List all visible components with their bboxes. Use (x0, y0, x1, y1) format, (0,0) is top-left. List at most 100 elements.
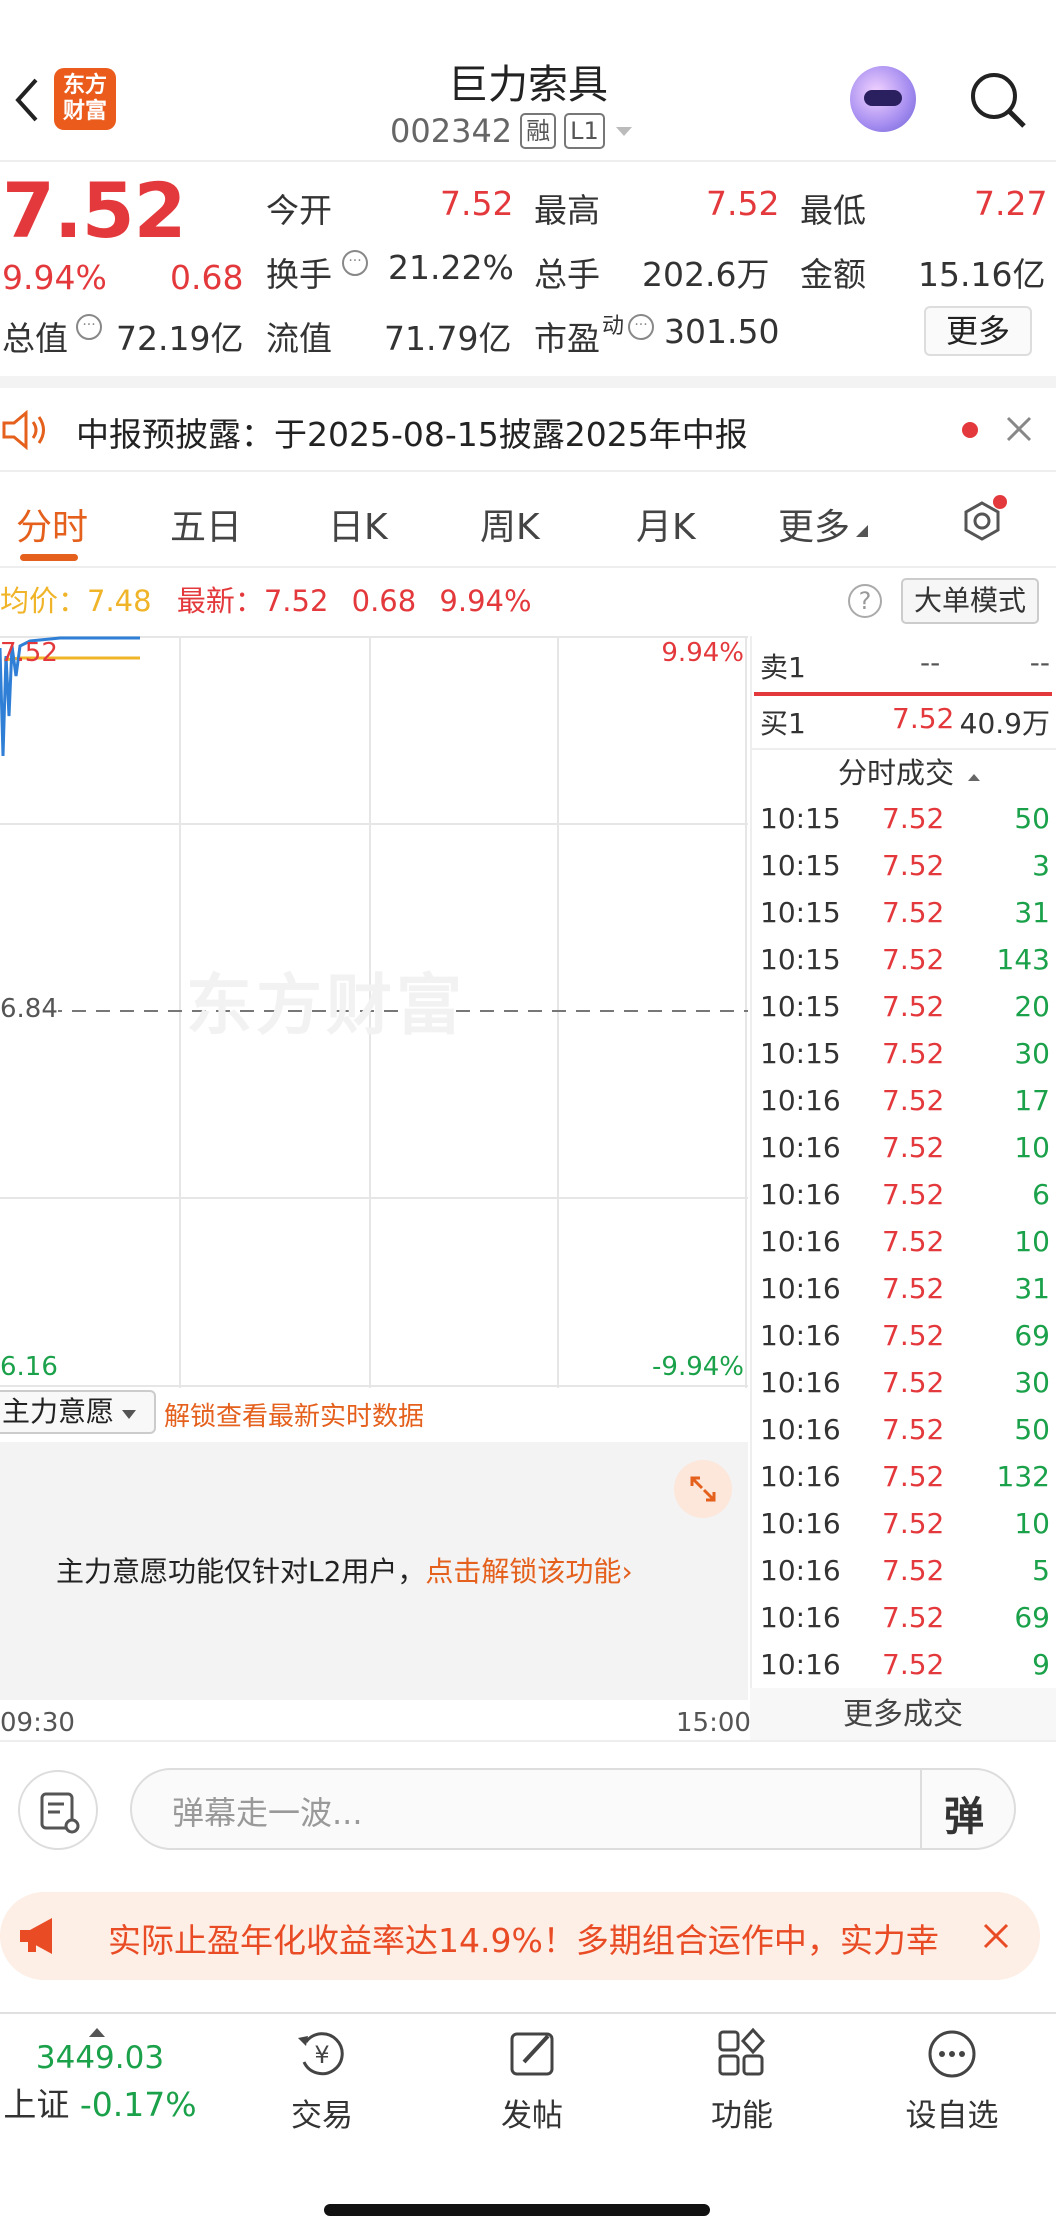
trade-row: 10:16 7.52 10 (760, 1225, 1050, 1272)
trade-price: 7.52 (882, 990, 945, 1023)
trade-volume: 10 (1014, 1225, 1050, 1258)
divider (0, 376, 1056, 388)
trade-time: 10:16 (760, 1507, 841, 1540)
help-icon[interactable]: ? (848, 584, 882, 618)
promo-banner[interactable]: 实际止盈年化收益率达14.9%！多期组合运作中，实力幸 (0, 1892, 1040, 1980)
trade-volume: 20 (1014, 990, 1050, 1023)
trade-row: 10:16 7.52 132 (760, 1460, 1050, 1507)
home-indicator[interactable] (324, 2204, 710, 2216)
unlock-link[interactable]: 点击解锁该功能 (425, 1555, 621, 1588)
tab-intraday[interactable]: 分时 (16, 498, 88, 550)
trade-price: 7.52 (882, 1272, 945, 1305)
assistant-avatar-icon[interactable] (850, 66, 916, 132)
more-icon (928, 2030, 976, 2078)
nav-add-watchlist[interactable]: 设自选 (872, 2026, 1032, 2135)
trade-volume: 9 (1032, 1648, 1050, 1681)
divider (0, 160, 1056, 162)
danmu-settings-icon[interactable] (18, 1770, 98, 1850)
tab-five-day[interactable]: 五日 (170, 498, 242, 550)
trade-row: 10:16 7.52 10 (760, 1131, 1050, 1178)
pe-value: 301.50 (664, 312, 780, 351)
big-order-mode-button[interactable]: 大单模式 (901, 578, 1039, 624)
trade-time: 10:16 (760, 1413, 841, 1446)
tab-weekly-k[interactable]: 周K (480, 498, 540, 550)
divider (0, 2012, 1056, 2014)
trade-time: 10:16 (760, 1460, 841, 1493)
index-value: 3449.03 (35, 2040, 165, 2076)
trade-volume: 30 (1014, 1037, 1050, 1070)
turnover-label: 换手 (266, 255, 332, 294)
latest-value: 7.52 (263, 584, 329, 618)
trade-volume: 50 (1014, 1413, 1050, 1446)
unread-dot (962, 422, 978, 438)
unlock-hint[interactable]: 解锁查看最新实时数据 (164, 1396, 424, 1433)
low-value: 7.27 (974, 184, 1048, 223)
info-icon[interactable]: ··· (628, 314, 654, 340)
trade-volume: 31 (1014, 896, 1050, 929)
trade-row: 10:16 7.52 10 (760, 1507, 1050, 1554)
trade-price: 7.52 (882, 1319, 945, 1352)
dropdown-icon (122, 1410, 137, 1419)
trade-price: 7.52 (882, 802, 945, 835)
intent-dropdown[interactable]: 主力意愿 (0, 1390, 156, 1434)
dropdown-icon (615, 127, 632, 136)
tab-daily-k[interactable]: 日K (328, 498, 388, 550)
danmu-input[interactable]: 弹幕走一波... 弹 (130, 1768, 1016, 1850)
trade-time: 10:16 (760, 1272, 841, 1305)
trade-row: 10:16 7.52 69 (760, 1319, 1050, 1366)
more-trades-button[interactable]: 更多成交 (750, 1688, 1056, 1742)
mcap-label: 总值 (2, 319, 68, 358)
open-value: 7.52 (440, 184, 514, 223)
trade-volume: 132 (996, 1460, 1050, 1493)
time-end: 15:00 (676, 1708, 751, 1738)
intraday-chart[interactable]: 东方财富 7.52 9.94% 6.84 6.16 -9.94% (0, 636, 748, 1388)
nav-features[interactable]: 功能 (662, 2026, 822, 2135)
trade-time: 10:16 (760, 1084, 841, 1117)
tab-more[interactable]: 更多 (778, 498, 870, 550)
search-icon[interactable] (968, 70, 1028, 130)
trade-row: 10:15 7.52 143 (760, 943, 1050, 990)
close-icon[interactable] (1004, 414, 1034, 444)
info-icon[interactable]: ··· (76, 314, 102, 340)
chart-bottom-right-label: -9.94% (652, 1352, 744, 1382)
trade-price: 7.52 (882, 1460, 945, 1493)
trade-time: 10:15 (760, 990, 841, 1023)
trade-price: 7.52 (882, 896, 945, 929)
amount-label: 金额 (800, 255, 866, 294)
level-tag: L1 (564, 113, 605, 149)
trade-row: 10:15 7.52 20 (760, 990, 1050, 1037)
settings-icon[interactable] (954, 494, 1010, 550)
danmu-toggle-button[interactable]: 弹 (944, 1784, 984, 1842)
trade-row: 10:16 7.52 17 (760, 1084, 1050, 1131)
current-price: 7.52 (2, 166, 187, 255)
expand-icon[interactable] (674, 1460, 732, 1518)
nav-trade[interactable]: ¥ 交易 (242, 2026, 402, 2135)
more-button[interactable]: 更多 (924, 306, 1032, 356)
intent-panel: 主力意愿功能仅针对L2用户，点击解锁该功能› (0, 1442, 748, 1700)
trade-volume: 30 (1014, 1366, 1050, 1399)
notice-bar[interactable]: 中报预披露：于2025-08-15披露2025年中报 (0, 388, 1056, 470)
trade-volume: 5 (1032, 1554, 1050, 1587)
sell-1-row: 卖1 -- -- (760, 646, 1050, 684)
close-icon[interactable] (982, 1922, 1010, 1950)
trade-time: 10:15 (760, 802, 841, 835)
index-ticker[interactable]: 3449.03 上证 -0.17% (0, 2026, 200, 2126)
info-icon[interactable]: ··· (342, 250, 368, 276)
chart-top-right-label: 9.94% (661, 638, 744, 668)
trade-row: 10:16 7.52 30 (760, 1366, 1050, 1413)
trade-row: 10:15 7.52 30 (760, 1037, 1050, 1084)
trade-row: 10:15 7.52 31 (760, 896, 1050, 943)
trade-time: 10:16 (760, 1366, 841, 1399)
nav-post[interactable]: 发帖 (452, 2026, 612, 2135)
trade-price: 7.52 (882, 1225, 945, 1258)
tab-monthly-k[interactable]: 月K (636, 498, 696, 550)
sort-icon (968, 774, 981, 781)
trade-price: 7.52 (882, 1131, 945, 1164)
high-value: 7.52 (706, 184, 780, 223)
stock-code-row[interactable]: 002342 融 L1 (390, 112, 635, 150)
trade-row: 10:16 7.52 69 (760, 1601, 1050, 1648)
trades-header[interactable]: 分时成交 (838, 750, 982, 792)
up-arrow-icon (89, 2028, 105, 2037)
trade-volume: 69 (1014, 1601, 1050, 1634)
divider (0, 1740, 1056, 1742)
